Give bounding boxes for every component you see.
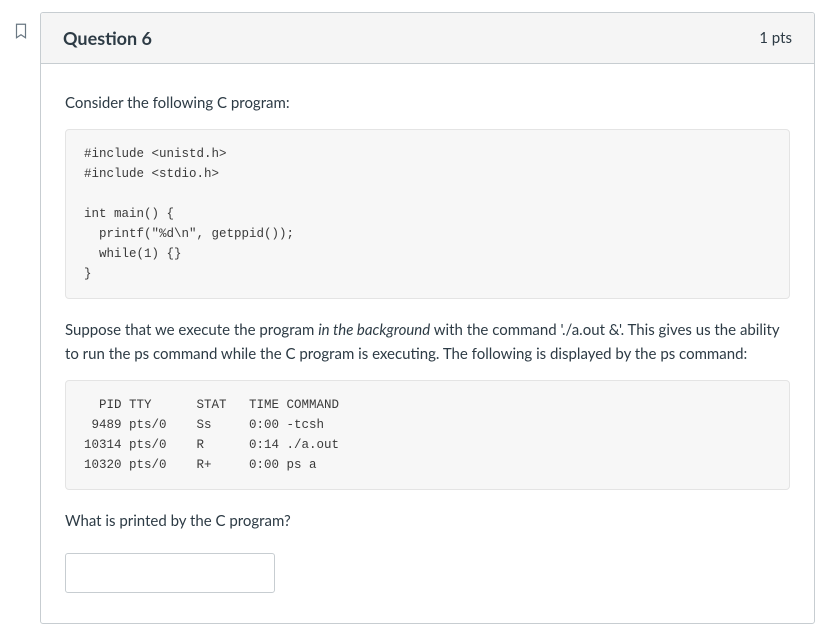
bookmark-icon[interactable] — [12, 20, 32, 44]
prompt-question: What is printed by the C program? — [65, 510, 790, 533]
question-points: 1 pts — [759, 29, 792, 47]
prompt-intro: Consider the following C program: — [65, 92, 790, 115]
code-block-ps-output: PID TTY STAT TIME COMMAND 9489 pts/0 Ss … — [65, 380, 790, 490]
code-block-program: #include <unistd.h> #include <stdio.h> i… — [65, 129, 790, 299]
answer-input[interactable] — [65, 553, 275, 593]
prompt-middle: Suppose that we execute the program in t… — [65, 319, 790, 366]
question-card: Question 6 1 pts Consider the following … — [40, 12, 815, 624]
question-header: Question 6 1 pts — [41, 13, 814, 64]
question-title: Question 6 — [63, 27, 152, 49]
question-body: Consider the following C program: #inclu… — [41, 64, 814, 623]
